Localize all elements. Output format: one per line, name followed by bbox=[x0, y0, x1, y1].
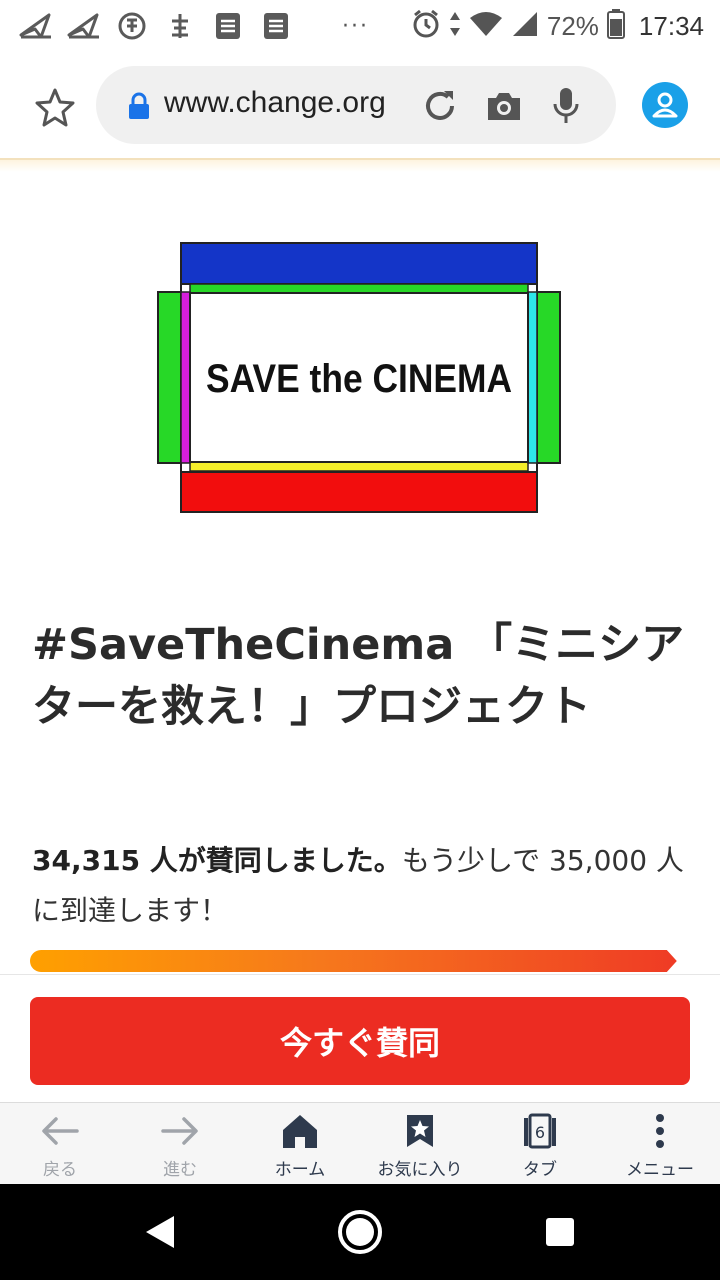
toolbar-forward-label: 進む bbox=[163, 1160, 197, 1180]
petition-title: #SaveTheCinema 「ミニシアターを救え！」プロジェクト bbox=[32, 620, 685, 732]
url-text: www.change.org bbox=[164, 86, 386, 119]
data-transfer-icon bbox=[449, 10, 461, 42]
document-notification-icon bbox=[210, 10, 246, 42]
camera-icon[interactable] bbox=[484, 86, 524, 126]
alarm-icon bbox=[411, 9, 441, 43]
toolbar-back-label: 戻る bbox=[43, 1160, 77, 1180]
nav-home-icon bbox=[338, 1210, 382, 1254]
send-notification-icon bbox=[66, 10, 102, 42]
battery-icon bbox=[606, 9, 625, 43]
star-icon bbox=[35, 88, 75, 127]
clock: 17:34 bbox=[638, 10, 704, 41]
more-vert-icon bbox=[655, 1111, 665, 1151]
cell-signal-icon bbox=[511, 10, 539, 42]
status-bar: ··· 72% 17:34 bbox=[0, 0, 720, 52]
battery-percent: 72% bbox=[546, 10, 599, 41]
document-notification-icon bbox=[258, 10, 294, 42]
account-avatar-button[interactable] bbox=[642, 82, 688, 128]
app-notification-icon bbox=[114, 10, 150, 42]
back-arrow-icon bbox=[41, 1111, 79, 1151]
toolbar-forward-button[interactable]: 進む bbox=[120, 1103, 240, 1184]
sign-cta-area: 今すぐ賛同 bbox=[0, 974, 720, 1102]
more-notifications-dots: ··· bbox=[342, 13, 369, 39]
android-navigation-bar bbox=[0, 1184, 720, 1280]
sign-petition-button[interactable]: 今すぐ賛同 bbox=[30, 997, 690, 1085]
notification-icons bbox=[18, 10, 294, 42]
logo-text: SAVE the CINEMA bbox=[206, 357, 512, 401]
browser-bottom-toolbar: 戻る 進む ホーム お気に入り 6 タブ メニュー bbox=[0, 1102, 720, 1184]
url-bar[interactable]: www.change.org bbox=[96, 66, 616, 144]
forward-arrow-icon bbox=[161, 1111, 199, 1151]
toolbar-menu-label: メニュー bbox=[626, 1160, 694, 1180]
save-the-cinema-logo: SAVE the CINEMA bbox=[157, 242, 561, 513]
toolbar-home-button[interactable]: ホーム bbox=[240, 1103, 360, 1184]
toolbar-home-label: ホーム bbox=[274, 1160, 326, 1180]
signature-stats: 34,315 人が賛同しました。もう少しで 35,000 人に到達します！ bbox=[32, 836, 692, 936]
microphone-icon[interactable] bbox=[546, 86, 586, 126]
toolbar-favorites-button[interactable]: お気に入り bbox=[360, 1103, 480, 1184]
bookmark-icon bbox=[405, 1111, 435, 1151]
nav-back-icon bbox=[146, 1216, 174, 1248]
signature-count: 34,315 人が賛同しました。 bbox=[32, 844, 402, 877]
system-icons: 72% 17:34 bbox=[411, 9, 704, 43]
nav-recents-icon bbox=[546, 1218, 574, 1246]
app-notification-icon bbox=[162, 10, 198, 42]
wifi-icon bbox=[469, 10, 503, 42]
nav-recents-button[interactable] bbox=[532, 1204, 588, 1260]
toolbar-menu-button[interactable]: メニュー bbox=[600, 1103, 720, 1184]
nav-home-button[interactable] bbox=[332, 1204, 388, 1260]
person-icon bbox=[652, 92, 678, 118]
tabs-icon: 6 bbox=[522, 1111, 558, 1151]
bookmark-star-button[interactable] bbox=[30, 82, 80, 132]
toolbar-back-button[interactable]: 戻る bbox=[0, 1103, 120, 1184]
toolbar-favorites-label: お気に入り bbox=[377, 1160, 463, 1180]
signature-progress-bar bbox=[30, 950, 690, 972]
toolbar-tabs-button[interactable]: 6 タブ bbox=[480, 1103, 600, 1184]
toolbar-tabs-label: タブ bbox=[523, 1160, 557, 1180]
tab-count-badge: 6 bbox=[535, 1123, 545, 1142]
send-notification-icon bbox=[18, 10, 54, 42]
address-bar-divider bbox=[0, 158, 720, 172]
progress-fill bbox=[30, 950, 677, 972]
nav-back-button[interactable] bbox=[132, 1204, 188, 1260]
reload-icon[interactable] bbox=[420, 86, 460, 126]
browser-address-area: www.change.org bbox=[0, 52, 720, 160]
lock-icon bbox=[128, 92, 150, 124]
home-icon bbox=[281, 1111, 319, 1151]
